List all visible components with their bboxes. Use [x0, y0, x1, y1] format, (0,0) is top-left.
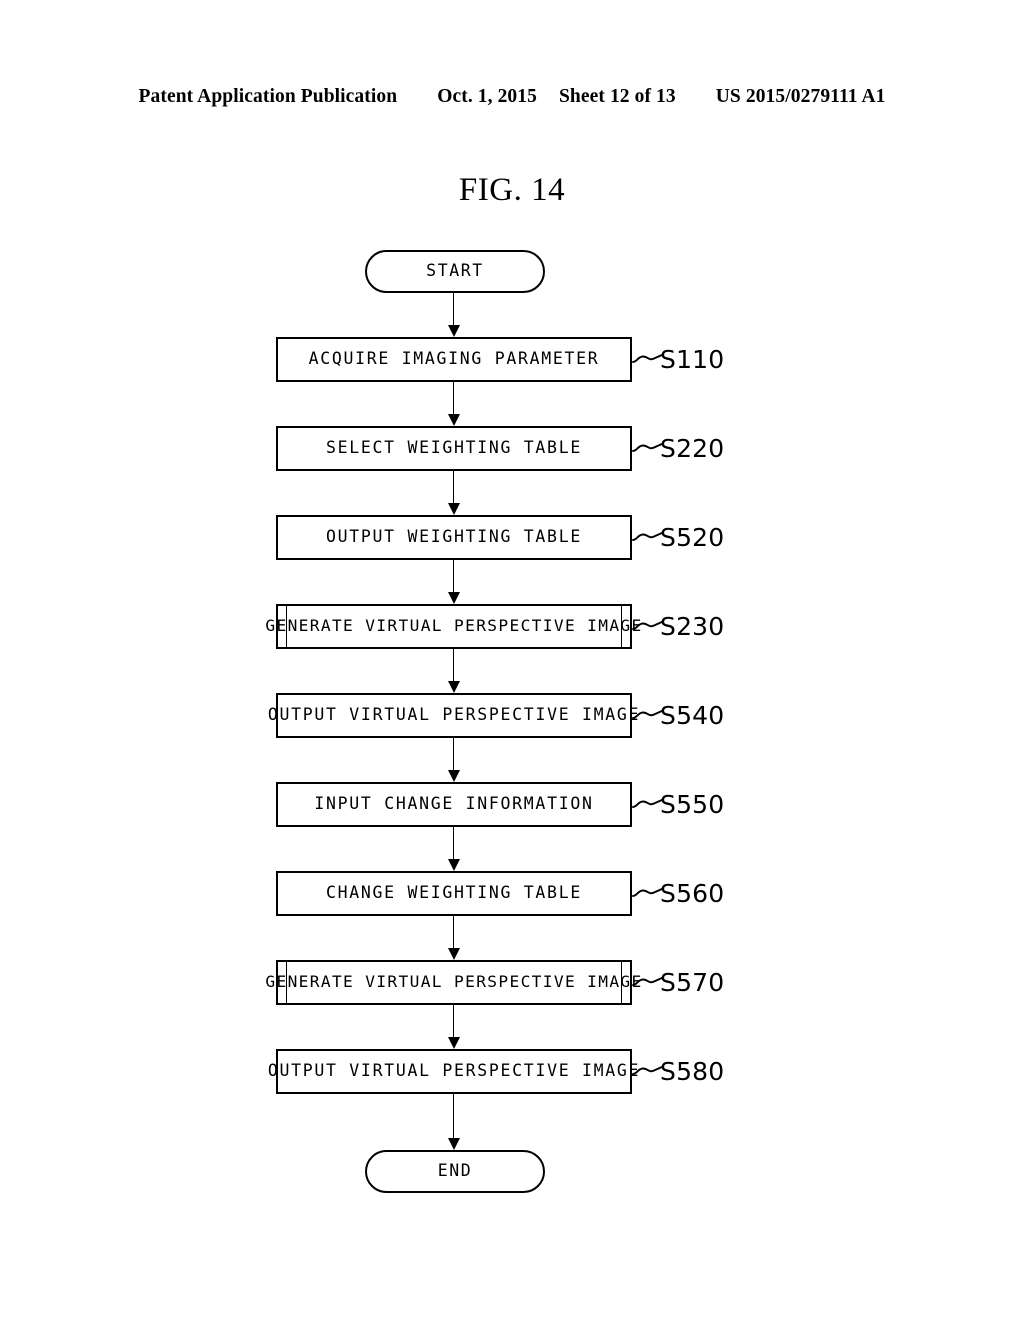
- process-label-s550: INPUT CHANGE INFORMATION: [314, 794, 594, 814]
- process-box-s520: OUTPUT WEIGHTING TABLE: [276, 515, 632, 560]
- process-box-s230: GENERATE VIRTUAL PERSPECTIVE IMAGE: [265, 604, 641, 649]
- flow-arrowhead-3: [447, 592, 460, 604]
- flow-connector-2: [453, 471, 455, 506]
- end-terminator: END: [365, 1150, 545, 1193]
- flow-arrowhead-8: [447, 1037, 460, 1049]
- process-box-s570: GENERATE VIRTUAL PERSPECTIVE IMAGE: [265, 960, 641, 1005]
- step-reference-s540: S540: [660, 700, 725, 730]
- flow-arrowhead-7: [447, 948, 460, 960]
- step-reference-s220: S220: [660, 433, 725, 463]
- step-reference-s110: S110: [660, 344, 725, 374]
- flow-arrowhead-end: [447, 1138, 460, 1150]
- flow-arrowhead-6: [447, 859, 460, 871]
- end-label: END: [437, 1161, 473, 1181]
- flow-arrowhead-1: [447, 414, 460, 426]
- start-label: START: [426, 261, 484, 281]
- process-label-s580: OUTPUT VIRTUAL PERSPECTIVE IMAGE: [267, 1061, 641, 1081]
- flow-connector-5: [453, 738, 455, 773]
- step-reference-s560: S560: [660, 878, 725, 908]
- process-label-s540: OUTPUT VIRTUAL PERSPECTIVE IMAGE: [267, 705, 641, 725]
- flow-connector-3: [453, 560, 455, 595]
- step-reference-s230: S230: [660, 611, 725, 641]
- process-box-s220: SELECT WEIGHTING TABLE: [276, 426, 632, 471]
- flow-connector-8: [453, 1005, 455, 1040]
- flowchart: START ACQUIRE IMAGING PARAMETER S110 SELECT…: [0, 0, 1024, 1320]
- process-label-s220: SELECT WEIGHTING TABLE: [326, 438, 582, 458]
- process-box-s580: OUTPUT VIRTUAL PERSPECTIVE IMAGE: [268, 1049, 638, 1094]
- flow-connector-6: [453, 827, 455, 862]
- flow-connector-0: [453, 293, 455, 328]
- step-reference-s550: S550: [660, 789, 725, 819]
- flow-connector-7: [453, 916, 455, 951]
- process-label-s570: GENERATE VIRTUAL PERSPECTIVE IMAGE: [265, 972, 643, 992]
- start-terminator: START: [365, 250, 545, 293]
- flow-arrowhead-0: [447, 325, 460, 337]
- flow-connector-1: [453, 382, 455, 417]
- flow-arrowhead-4: [447, 681, 460, 693]
- process-box-s560: CHANGE WEIGHTING TABLE: [276, 871, 632, 916]
- step-reference-s570: S570: [660, 967, 725, 997]
- step-reference-s580: S580: [660, 1056, 725, 1086]
- process-box-s540: OUTPUT VIRTUAL PERSPECTIVE IMAGE: [268, 693, 638, 738]
- process-label-s560: CHANGE WEIGHTING TABLE: [326, 883, 582, 903]
- flow-arrowhead-5: [447, 770, 460, 782]
- step-reference-s520: S520: [660, 522, 725, 552]
- process-label-s110: ACQUIRE IMAGING PARAMETER: [308, 349, 600, 369]
- flow-connector-end: [453, 1094, 455, 1141]
- process-box-s110: ACQUIRE IMAGING PARAMETER: [276, 337, 632, 382]
- process-label-s230: GENERATE VIRTUAL PERSPECTIVE IMAGE: [265, 616, 643, 636]
- flow-connector-4: [453, 649, 455, 684]
- flow-arrowhead-2: [447, 503, 460, 515]
- process-label-s520: OUTPUT WEIGHTING TABLE: [326, 527, 582, 547]
- process-box-s550: INPUT CHANGE INFORMATION: [276, 782, 632, 827]
